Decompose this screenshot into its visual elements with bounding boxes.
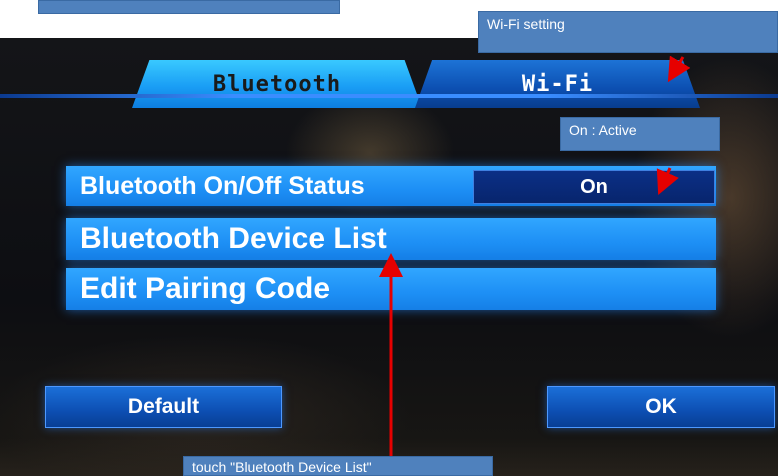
- tab-underline: [0, 94, 778, 98]
- head-unit-screen: Bluetooth Wi-Fi Bluetooth On/Off Status …: [0, 38, 778, 476]
- ok-button[interactable]: OK: [547, 386, 775, 428]
- tab-bluetooth-label: Bluetooth: [212, 71, 342, 97]
- default-button-label: Default: [127, 395, 200, 418]
- bluetooth-status-toggle[interactable]: On: [473, 170, 715, 204]
- bluetooth-device-list-label: Bluetooth Device List: [80, 222, 387, 255]
- annotation-on-active-text: On : Active: [569, 122, 637, 138]
- menu-item-edit-pairing-code[interactable]: Edit Pairing Code: [66, 268, 716, 310]
- annotation-touch-hint-text: touch "Bluetooth Device List": [192, 459, 372, 475]
- annotation-box-top-left: [38, 0, 340, 14]
- tab-strip: Bluetooth Wi-Fi: [0, 52, 778, 108]
- bluetooth-status-value: On: [580, 175, 608, 198]
- menu-item-bluetooth-device-list[interactable]: Bluetooth Device List: [66, 218, 716, 260]
- edit-pairing-code-label: Edit Pairing Code: [80, 272, 331, 305]
- bluetooth-status-label: Bluetooth On/Off Status: [80, 171, 365, 200]
- menu-item-bluetooth-status[interactable]: Bluetooth On/Off Status On: [66, 166, 716, 206]
- tab-wifi-label: Wi-Fi: [521, 71, 594, 97]
- default-button[interactable]: Default: [45, 386, 282, 428]
- tab-wifi[interactable]: Wi-Fi: [415, 60, 700, 108]
- ok-button-label: OK: [645, 395, 677, 418]
- tab-bluetooth[interactable]: Bluetooth: [132, 60, 422, 108]
- annotation-wifi-setting: Wi-Fi setting: [478, 11, 778, 53]
- annotation-touch-hint: touch "Bluetooth Device List": [183, 456, 493, 476]
- annotation-wifi-setting-text: Wi-Fi setting: [487, 16, 565, 32]
- annotation-on-active: On : Active: [560, 117, 720, 151]
